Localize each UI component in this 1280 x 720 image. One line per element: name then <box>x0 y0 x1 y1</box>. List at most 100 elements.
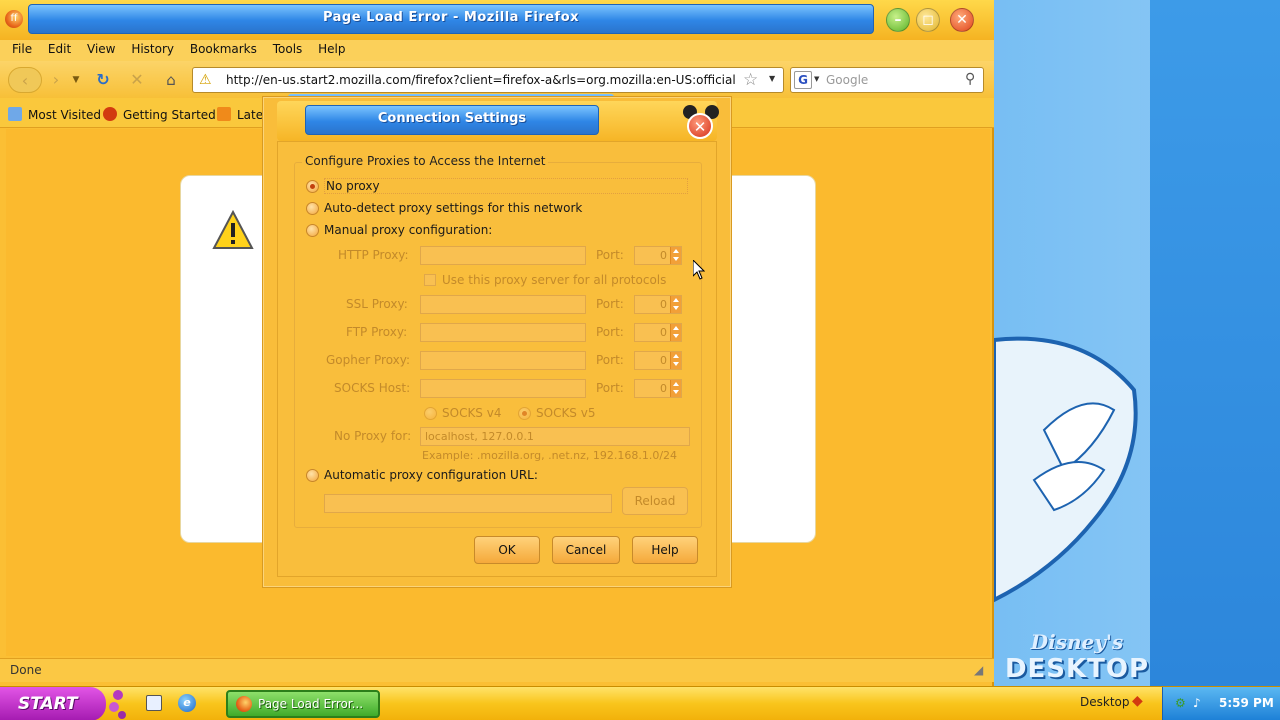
minimize-button[interactable]: – <box>886 8 910 32</box>
start-button[interactable]: START <box>0 687 106 720</box>
forward-arrow-icon[interactable]: › <box>42 67 70 93</box>
socks-v4-radio[interactable] <box>424 407 437 420</box>
ftp-proxy-label: FTP Proxy: <box>346 325 408 339</box>
disney-wing-graphic <box>994 336 1138 603</box>
navigation-toolbar: ‹ › ▼ ↻ ✕ ⌂ ⚠ http://en-us.start2.mozill… <box>0 61 994 98</box>
auto-detect-radio[interactable] <box>306 202 319 215</box>
menu-tools[interactable]: Tools <box>267 40 309 56</box>
firefox-bookmark-icon <box>103 107 117 121</box>
desktop-toolbar-label[interactable]: Desktop <box>1080 695 1130 709</box>
bookmark-latest-headlines[interactable]: Late <box>217 107 263 122</box>
auto-detect-label[interactable]: Auto-detect proxy settings for this netw… <box>324 201 582 215</box>
auto-config-url-label[interactable]: Automatic proxy configuration URL: <box>324 468 538 482</box>
auto-config-url-input[interactable] <box>324 494 612 513</box>
search-bar[interactable]: G ▼ Google ⚲ <box>790 67 984 93</box>
ftp-proxy-input[interactable] <box>420 323 586 342</box>
ssl-proxy-input[interactable] <box>420 295 586 314</box>
http-proxy-input[interactable] <box>420 246 586 265</box>
ftp-port-label: Port: <box>596 325 624 339</box>
reload-icon[interactable]: ↻ <box>92 67 114 93</box>
ok-button[interactable]: OK <box>474 536 540 564</box>
socks-v4-label: SOCKS v4 <box>442 406 502 420</box>
http-proxy-label: HTTP Proxy: <box>338 248 409 262</box>
desktop-arrow-icon[interactable]: ◆ <box>1132 693 1143 709</box>
internet-explorer-icon[interactable]: e <box>178 694 196 712</box>
firefox-logo-icon[interactable]: ff <box>5 10 23 28</box>
help-button[interactable]: Help <box>632 536 698 564</box>
network-tray-icon[interactable]: ⚙ <box>1175 696 1189 710</box>
gopher-port-value: 0 <box>660 354 667 367</box>
folder-icon <box>8 107 22 121</box>
search-magnifier-icon[interactable]: ⚲ <box>965 71 975 87</box>
port-spinner-icon[interactable] <box>670 380 681 397</box>
socks-port-value: 0 <box>660 382 667 395</box>
manual-proxy-radio[interactable] <box>306 224 319 237</box>
url-text[interactable]: http://en-us.start2.mozilla.com/firefox?… <box>226 73 736 87</box>
use-same-proxy-label: Use this proxy server for all protocols <box>442 273 667 287</box>
bookmark-most-visited-label: Most Visited <box>28 108 102 122</box>
no-proxy-radio[interactable] <box>306 180 319 193</box>
use-same-proxy-checkbox[interactable] <box>424 274 436 286</box>
title-bar: Page Load Error - Mozilla Firefox ff – ◻… <box>0 0 994 40</box>
disney-logo-line1: Disney's <box>1030 630 1124 654</box>
dialog-close-button[interactable]: ✕ <box>687 113 713 139</box>
engine-dropdown-icon[interactable]: ▼ <box>814 75 819 83</box>
dialog-title-bar: Connection Settings ✕ <box>277 101 719 141</box>
disney-desktop-logo: Disney's DESKTOP <box>1002 630 1152 686</box>
gopher-port-input[interactable]: 0 <box>634 351 682 370</box>
port-spinner-icon[interactable] <box>670 296 681 313</box>
port-spinner-icon[interactable] <box>670 352 681 369</box>
socks-host-input[interactable] <box>420 379 586 398</box>
gopher-proxy-label: Gopher Proxy: <box>326 353 411 367</box>
show-desktop-icon[interactable] <box>146 695 162 711</box>
ftp-port-input[interactable]: 0 <box>634 323 682 342</box>
no-proxy-label[interactable]: No proxy <box>324 178 688 194</box>
menu-view[interactable]: View <box>81 40 121 56</box>
http-port-input[interactable]: 0 <box>634 246 682 265</box>
http-port-value: 0 <box>660 249 667 262</box>
clock[interactable]: 5:59 PM <box>1219 696 1274 710</box>
google-engine-icon[interactable]: G <box>794 71 812 89</box>
no-proxy-for-input[interactable]: localhost, 127.0.0.1 <box>420 427 690 446</box>
socks-host-label: SOCKS Host: <box>334 381 411 395</box>
ftp-port-value: 0 <box>660 326 667 339</box>
no-proxy-for-label: No Proxy for: <box>334 429 412 443</box>
url-bar[interactable]: ⚠ http://en-us.start2.mozilla.com/firefo… <box>192 67 784 93</box>
ssl-port-input[interactable]: 0 <box>634 295 682 314</box>
manual-proxy-label[interactable]: Manual proxy configuration: <box>324 223 492 237</box>
bookmark-getting-started[interactable]: Getting Started <box>103 107 216 122</box>
reload-button[interactable]: Reload <box>622 487 688 515</box>
history-dropdown-icon[interactable]: ▼ <box>70 67 82 93</box>
url-dropdown-icon[interactable]: ▼ <box>769 74 775 83</box>
port-spinner-icon[interactable] <box>670 247 681 264</box>
menu-history[interactable]: History <box>125 40 180 56</box>
socks-v5-radio[interactable] <box>518 407 531 420</box>
resize-grip-icon[interactable]: ◢ <box>974 663 983 677</box>
menu-help[interactable]: Help <box>312 40 351 56</box>
bookmark-latest-label: Late <box>237 108 264 122</box>
cancel-button[interactable]: Cancel <box>552 536 620 564</box>
menu-file[interactable]: File <box>6 40 38 56</box>
rss-icon <box>217 107 231 121</box>
system-tray: ⚙ ♪ 5:59 PM <box>1162 687 1280 720</box>
volume-tray-icon[interactable]: ♪ <box>1193 696 1207 710</box>
connection-settings-dialog: Connection Settings ✕ Configure Proxies … <box>262 96 732 588</box>
socks-port-input[interactable]: 0 <box>634 379 682 398</box>
maximize-button[interactable]: ◻ <box>916 8 940 32</box>
menu-bookmarks[interactable]: Bookmarks <box>184 40 263 56</box>
close-button[interactable]: ✕ <box>950 8 974 32</box>
back-arrow-icon[interactable]: ‹ <box>8 67 42 93</box>
auto-config-url-radio[interactable] <box>306 469 319 482</box>
search-input[interactable]: Google <box>826 73 868 87</box>
bookmark-most-visited[interactable]: Most Visited <box>8 107 101 122</box>
bookmark-star-icon[interactable]: ☆ <box>743 70 758 90</box>
home-icon[interactable]: ⌂ <box>160 67 182 93</box>
stop-icon[interactable]: ✕ <box>126 67 148 93</box>
port-spinner-icon[interactable] <box>670 324 681 341</box>
menu-edit[interactable]: Edit <box>42 40 77 56</box>
socks-v5-label: SOCKS v5 <box>536 406 596 420</box>
dialog-body: Configure Proxies to Access the Internet… <box>277 141 717 577</box>
taskbar-item-firefox[interactable]: Page Load Error... <box>226 690 380 718</box>
disney-logo-line2: DESKTOP <box>1004 654 1150 684</box>
gopher-proxy-input[interactable] <box>420 351 586 370</box>
